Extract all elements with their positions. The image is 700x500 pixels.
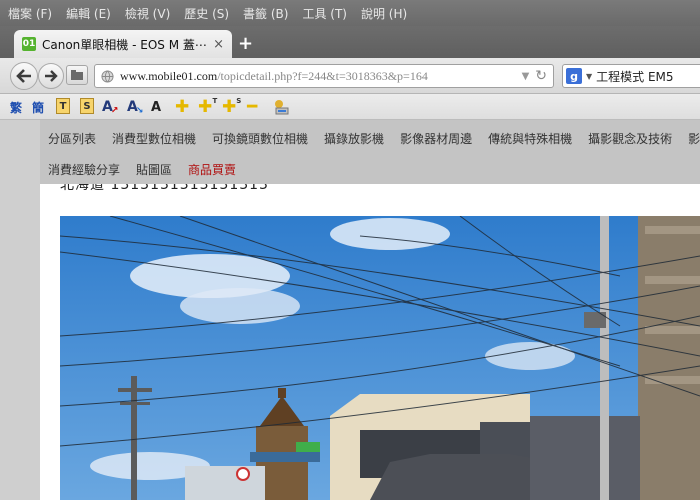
minus-button[interactable]: ━: [247, 97, 258, 117]
font-decrease-button[interactable]: A ↘: [127, 98, 143, 116]
page-content: 北海道 1313131313131313 分區列表 消費型數位相機 可換鏡頭數位…: [0, 120, 700, 500]
nav-link-film-special[interactable]: 傳統與特殊相機: [488, 130, 572, 147]
nav-link-photo-techniques[interactable]: 攝影觀念及技術: [588, 130, 672, 147]
plus-t-superscript: T: [212, 97, 218, 105]
reload-icon[interactable]: ↻: [535, 68, 547, 84]
globe-icon: [101, 69, 114, 83]
forum-nav-row-1: 分區列表 消費型數位相機 可換鏡頭數位相機 攝錄放影機 影像器材周邊 傳統與特殊…: [48, 130, 700, 147]
simplified-chinese-button[interactable]: 簡: [32, 98, 44, 116]
search-engine-dropdown-icon[interactable]: ▼: [586, 72, 592, 81]
menu-bar: 檔案 (F) 編輯 (E) 檢視 (V) 歷史 (S) 書籤 (B) 工具 (T…: [0, 0, 700, 26]
font-reset-button[interactable]: A: [151, 98, 161, 116]
plus-icon: ✚: [222, 97, 237, 117]
up-arrow-icon: ↗: [110, 106, 119, 116]
search-engine-icon[interactable]: g: [566, 68, 582, 84]
plus-s-button[interactable]: ✚ S: [222, 97, 241, 117]
street-scene-image: [60, 216, 700, 500]
menu-view[interactable]: 檢視 (V): [125, 5, 170, 22]
nav-link-marketplace[interactable]: 商品買賣: [188, 161, 236, 178]
menu-bookmarks[interactable]: 書籤 (B): [243, 5, 288, 22]
forward-button[interactable]: [38, 63, 64, 89]
url-text: www.mobile01.com/topicdetail.php?f=244&t…: [120, 69, 522, 84]
url-dropdown-icon[interactable]: ▼: [522, 71, 530, 82]
plus-t-button[interactable]: ✚ T: [198, 97, 217, 117]
forum-category-nav: 分區列表 消費型數位相機 可換鏡頭數位相機 攝錄放影機 影像器材周邊 傳統與特殊…: [40, 120, 700, 184]
forum-nav-row-2: 消費經驗分享 貼圖區 商品買賣: [48, 161, 252, 178]
library-icon: [71, 69, 83, 80]
library-button[interactable]: [66, 65, 88, 85]
font-increase-button[interactable]: A ↗: [102, 98, 118, 116]
url-path: /topicdetail.php?f=244&t=3018363&p=164: [217, 68, 428, 83]
menu-edit[interactable]: 編輯 (E): [66, 5, 111, 22]
s-button[interactable]: S: [80, 98, 94, 114]
navigation-bar: www.mobile01.com/topicdetail.php?f=244&t…: [0, 58, 700, 94]
tab-strip: 01 Canon單眼相機 - EOS M 蓋⋯ × +: [0, 26, 700, 58]
favicon-icon: 01: [22, 37, 36, 51]
menu-file[interactable]: 檔案 (F): [8, 5, 52, 22]
plus-button[interactable]: ✚: [175, 97, 190, 117]
tab-active[interactable]: 01 Canon單眼相機 - EOS M 蓋⋯ ×: [14, 30, 232, 58]
traditional-chinese-button[interactable]: 繁: [10, 98, 22, 116]
url-bar[interactable]: www.mobile01.com/topicdetail.php?f=244&t…: [94, 64, 554, 88]
t-button[interactable]: T: [56, 98, 70, 114]
plus-icon: ✚: [175, 97, 190, 117]
nav-link-truncated[interactable]: 影: [688, 130, 700, 147]
tab-title: Canon單眼相機 - EOS M 蓋⋯: [42, 37, 207, 52]
url-host: www.mobile01.com: [120, 68, 218, 83]
nav-link-category-list[interactable]: 分區列表: [48, 130, 96, 147]
menu-help[interactable]: 說明 (H): [361, 5, 407, 22]
tool-icon: [275, 100, 289, 115]
right-arrow-icon: [45, 70, 58, 82]
nav-link-interchangeable-lens[interactable]: 可換鏡頭數位相機: [212, 130, 308, 147]
minus-icon: ━: [247, 97, 258, 117]
close-tab-button[interactable]: ×: [213, 37, 224, 52]
nav-link-photo-posts[interactable]: 貼圖區: [136, 161, 172, 178]
post-photo: [60, 216, 700, 500]
bookmarks-toolbar: 繁 簡 T S A ↗ A ↘ A ✚ ✚ T ✚ S ━: [0, 94, 700, 120]
tool-button[interactable]: [271, 98, 291, 116]
plus-s-superscript: S: [236, 97, 242, 105]
new-tab-button[interactable]: +: [238, 33, 253, 54]
plus-icon: ✚: [198, 97, 213, 117]
nav-link-accessories[interactable]: 影像器材周邊: [400, 130, 472, 147]
left-arrow-icon: [16, 69, 31, 83]
menu-tools[interactable]: 工具 (T): [302, 5, 347, 22]
nav-link-experience[interactable]: 消費經驗分享: [48, 161, 120, 178]
down-arrow-icon: ↘: [135, 106, 144, 116]
search-bar[interactable]: g ▼ 工程模式 EM5: [562, 64, 700, 88]
search-input[interactable]: 工程模式 EM5: [596, 68, 673, 85]
menu-history[interactable]: 歷史 (S): [184, 5, 229, 22]
nav-link-camcorders[interactable]: 攝錄放影機: [324, 130, 384, 147]
nav-link-compact-cameras[interactable]: 消費型數位相機: [112, 130, 196, 147]
back-button[interactable]: [10, 62, 38, 90]
